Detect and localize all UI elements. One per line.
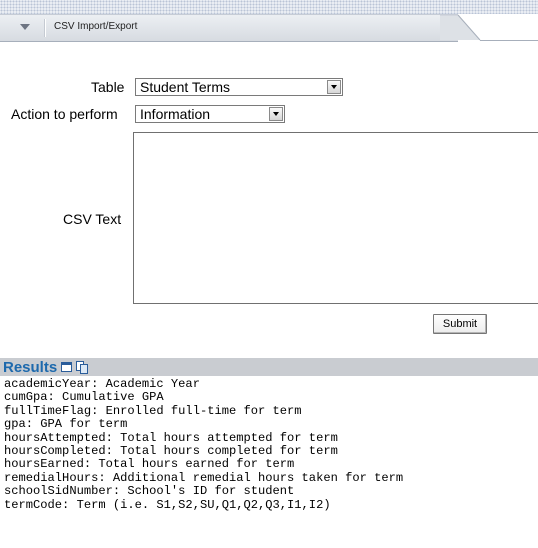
results-line: fullTimeFlag: Enrolled full-time for ter…: [4, 403, 302, 418]
panel-header: CSV Import/Export: [0, 14, 538, 42]
panel-title: CSV Import/Export: [54, 21, 138, 32]
panel-tab: CSV Import/Export: [0, 14, 458, 42]
collapse-triangle-icon[interactable]: [20, 24, 30, 30]
dropdown-arrow-icon[interactable]: [269, 107, 283, 121]
dropdown-arrow-icon[interactable]: [327, 80, 341, 94]
panel-tab-edge: [440, 14, 538, 41]
results-line: hoursAttempted: Total hours attempted fo…: [4, 430, 338, 445]
table-select[interactable]: Student Terms: [135, 78, 343, 96]
results-line: remedialHours: Additional remedial hours…: [4, 470, 404, 485]
window-icon[interactable]: [61, 362, 72, 372]
action-select[interactable]: Information: [135, 105, 285, 123]
csv-text-label: CSV Text: [63, 211, 122, 227]
results-line: hoursEarned: Total hours earned for term: [4, 457, 295, 472]
results-line: schoolSidNumber: School's ID for student: [4, 484, 295, 499]
results-title: Results: [3, 359, 58, 376]
submit-button[interactable]: Submit: [433, 314, 487, 334]
results-line: hoursCompleted: Total hours completed fo…: [4, 444, 338, 459]
results-line: termCode: Term (i.e. S1,S2,SU,Q1,Q2,Q3,I…: [4, 497, 331, 512]
table-select-value: Student Terms: [140, 79, 231, 95]
results-line: academicYear: Academic Year: [4, 377, 200, 391]
csv-text-input[interactable]: [133, 132, 538, 304]
results-list: academicYear: Academic Year cumGpa: Cumul…: [4, 377, 404, 512]
action-label: Action to perform: [11, 106, 118, 122]
header-dotted-strip: [0, 0, 538, 14]
action-select-value: Information: [140, 106, 211, 122]
copy-icon[interactable]: [75, 360, 89, 374]
panel-separator: [44, 19, 45, 37]
results-line: cumGpa: Cumulative GPA: [4, 390, 164, 405]
table-label: Table: [91, 79, 125, 95]
results-line: gpa: GPA for term: [4, 417, 128, 432]
